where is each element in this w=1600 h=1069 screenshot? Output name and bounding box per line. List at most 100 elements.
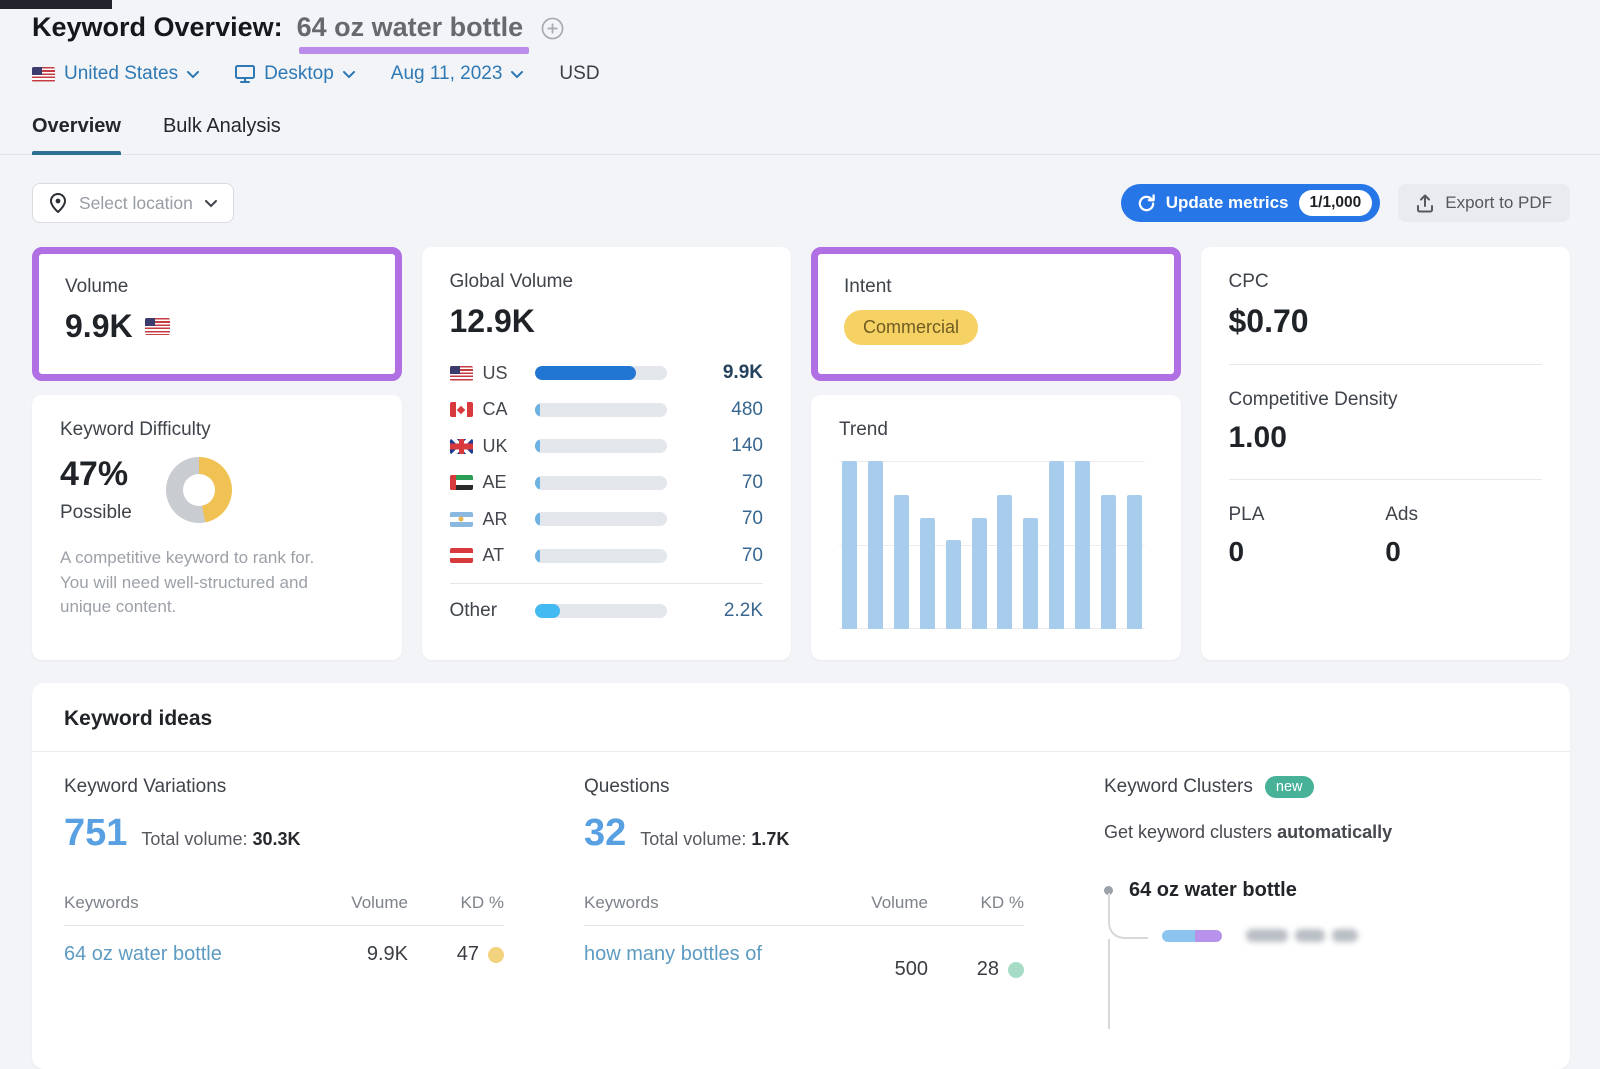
us-flag-icon (32, 67, 55, 82)
currency-label: USD (559, 63, 599, 85)
export-pdf-button[interactable]: Export to PDF (1398, 184, 1570, 222)
monitor-icon (235, 65, 255, 83)
volume-value: 70 (742, 472, 763, 494)
kd-description: A competitive keyword to rank for. You w… (60, 546, 340, 620)
screenshot-crop-artifact (0, 0, 112, 9)
select-location-label: Select location (79, 193, 193, 214)
global-volume-row: US9.9K (450, 362, 764, 384)
country-selector[interactable]: United States (32, 63, 199, 85)
column-volume: Volume (838, 893, 928, 913)
trend-bar (972, 518, 987, 629)
kd-status: Possible (60, 502, 132, 524)
intent-commercial-badge: Commercial (844, 310, 978, 345)
variations-count: 751 (64, 812, 127, 855)
global-volume-row: UK140 (450, 435, 764, 457)
volume-value: 70 (742, 508, 763, 530)
clusters-subtitle: Get keyword clusters automatically (1104, 822, 1538, 843)
update-metrics-button[interactable]: Update metrics 1/1,000 (1121, 184, 1381, 222)
page: Keyword Overview: 64 oz water bottle Uni… (0, 0, 1600, 1069)
ads-value: 0 (1385, 536, 1542, 568)
keyword-ideas-card: Keyword ideas Keyword Variations 751 Tot… (32, 683, 1570, 1069)
divider (64, 925, 504, 926)
volume-bar (535, 549, 667, 563)
tab-bar: Overview Bulk Analysis (0, 115, 1600, 155)
chevron-down-icon (205, 200, 217, 208)
volume-bar-fill (535, 403, 540, 417)
tree-connector-line (1108, 939, 1110, 1029)
tab-bulk-analysis[interactable]: Bulk Analysis (163, 115, 281, 154)
device-selector[interactable]: Desktop (235, 63, 355, 85)
column-kd: KD % (408, 893, 504, 913)
cluster-segment-bar (1162, 930, 1222, 942)
trend-bar (1023, 518, 1038, 629)
trend-bar (920, 518, 935, 629)
global-volume-row: AR 70 (450, 508, 764, 530)
competitive-density-label: Competitive Density (1229, 389, 1543, 411)
global-volume-card: Global Volume 12.9K US9.9KCA480UK140AE70… (422, 247, 792, 660)
keyword-difficulty-card: Keyword Difficulty 47% Possible A compet… (32, 395, 402, 660)
cpc-card: CPC $0.70 Competitive Density 1.00 PLA 0… (1201, 247, 1571, 660)
date-selector[interactable]: Aug 11, 2023 (391, 63, 524, 85)
country-code: AT (483, 545, 519, 566)
cpc-value: $0.70 (1229, 303, 1543, 340)
page-title: Keyword Overview: (32, 12, 283, 43)
volume-value: 70 (742, 545, 763, 567)
country-code: CA (483, 399, 519, 420)
divider (1229, 364, 1543, 365)
trend-bar (1101, 495, 1116, 629)
keyword-title-wrap: 64 oz water bottle (297, 12, 524, 43)
divider (1229, 479, 1543, 480)
ads-label: Ads (1385, 504, 1542, 526)
ca-flag-icon (450, 402, 473, 417)
keyword-link[interactable]: 64 oz water bottle (64, 943, 318, 966)
add-keyword-button[interactable] (541, 17, 564, 40)
volume-value: 480 (731, 399, 763, 421)
keyword-link[interactable]: how many bottles of (584, 943, 838, 966)
volume-bar (535, 403, 667, 417)
global-volume-row-other: Other 2.2K (450, 600, 764, 622)
column-keywords: Keywords (584, 893, 838, 913)
trend-bar (1049, 461, 1064, 629)
toolbar: Select location Update metrics 1/1,000 E… (32, 183, 1570, 223)
location-pin-icon (49, 193, 67, 213)
cluster-tree: 64 oz water bottle (1104, 879, 1538, 1009)
filter-bar: United States Desktop Aug 11, 2023 USD (32, 63, 1570, 85)
divider (584, 925, 1024, 926)
keyword-ideas-title: Keyword ideas (64, 707, 212, 730)
volume-cell: 9.9K (318, 943, 408, 966)
kd-yellow-dot (488, 947, 504, 963)
select-location-button[interactable]: Select location (32, 183, 234, 223)
keyword-ideas-header: Keyword ideas (32, 683, 1570, 752)
global-volume-row: AT 70 (450, 545, 764, 567)
kd-value: 47% (60, 455, 132, 494)
redacted-cluster-label (1246, 929, 1358, 942)
country-label: United States (64, 63, 178, 85)
table-row: 64 oz water bottle 9.9K 47 (64, 943, 504, 966)
keyword-variations-section: Keyword Variations 751 Total volume: 30.… (64, 776, 584, 1009)
column-volume: Volume (318, 893, 408, 913)
column-keywords: Keywords (64, 893, 318, 913)
divider (450, 583, 764, 584)
cluster-name[interactable]: 64 oz water bottle (1129, 879, 1297, 902)
variations-total: Total volume: 30.3K (141, 829, 300, 850)
trend-bar (946, 540, 961, 629)
us-flag-icon (145, 318, 170, 335)
tab-overview[interactable]: Overview (32, 115, 121, 154)
at-flag-icon (450, 548, 473, 563)
kd-label: Keyword Difficulty (60, 419, 374, 441)
pla-label: PLA (1229, 504, 1386, 526)
purple-highlight-underline (299, 47, 530, 54)
device-label: Desktop (264, 63, 334, 85)
trend-bar (894, 495, 909, 629)
volume-bar (535, 366, 667, 380)
kd-cell: 47 (408, 943, 504, 966)
country-code: AR (483, 509, 519, 530)
trend-bar (997, 495, 1012, 629)
volume-bar (535, 604, 667, 618)
global-volume-label: Global Volume (450, 271, 764, 293)
column-kd: KD % (928, 893, 1024, 913)
volume-value: 140 (731, 435, 763, 457)
global-volume-rows: US9.9KCA480UK140AE70AR70AT70 (450, 362, 764, 567)
questions-section: Questions 32 Total volume: 1.7K Keywords… (584, 776, 1104, 1009)
trend-bar (868, 461, 883, 629)
